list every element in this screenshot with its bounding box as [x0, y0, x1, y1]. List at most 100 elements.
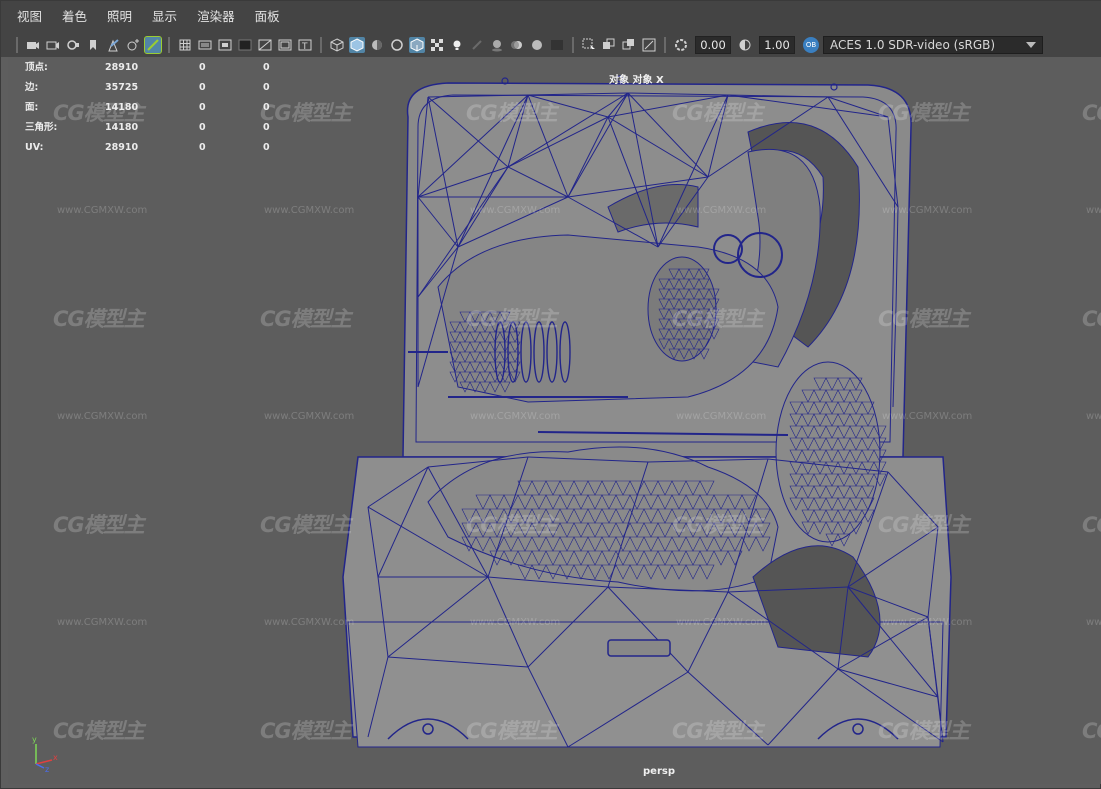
- chevron-down-icon[interactable]: [1026, 42, 1036, 48]
- textures-icon[interactable]: [429, 37, 445, 53]
- xray-icon[interactable]: [389, 37, 405, 53]
- watermark-url: www.CGMXW.com: [470, 411, 561, 422]
- watermark-url: www.CGMXW.com: [264, 411, 355, 422]
- xray-active-icon[interactable]: [621, 37, 637, 53]
- panel-toolbar: T 0.00 1.00 OB ACES 1.0 SDR-video (sRGB): [1, 33, 1101, 57]
- view-axis-gizmo: y x z: [32, 735, 58, 774]
- watermark-logo: CG模型主: [53, 513, 145, 537]
- wireframe-icon[interactable]: [329, 37, 345, 53]
- wireframe-on-shaded-icon[interactable]: [409, 37, 425, 53]
- panel-menu-bar: 视图 着色 照明 显示 渲染器 面板: [1, 1, 1101, 33]
- gamma-field[interactable]: 1.00: [759, 36, 795, 54]
- watermark-logo: CG模型主: [878, 101, 970, 125]
- safe-title-icon[interactable]: T: [297, 37, 313, 53]
- watermark-logo: CG模型主: [260, 719, 352, 743]
- toolbar-separator: [16, 37, 18, 53]
- watermark-logo: CG模型主: [672, 513, 764, 537]
- axis-y-label: y: [32, 735, 37, 744]
- grease-pencil-draw-icon[interactable]: [144, 36, 162, 54]
- depth-of-field-icon[interactable]: [549, 37, 565, 53]
- menu-renderer[interactable]: 渲染器: [187, 1, 245, 33]
- bookmark-icon[interactable]: [65, 37, 81, 53]
- watermark-logo: CG模型主: [260, 513, 352, 537]
- view-transform-dropdown[interactable]: ACES 1.0 SDR-video (sRGB): [823, 36, 1043, 54]
- shadows-icon[interactable]: [469, 37, 485, 53]
- grease-pencil-icon[interactable]: [105, 37, 121, 53]
- watermark-url: www.CGMXW.com: [57, 205, 148, 216]
- camera-name-label: persp: [643, 766, 675, 777]
- maya-window: 视图 着色 照明 显示 渲染器 面板 T 0.00 1.00 OB ACES 1…: [0, 0, 1101, 789]
- lights-icon[interactable]: [449, 37, 465, 53]
- gamma-icon[interactable]: [737, 37, 753, 53]
- watermark-logo: CG模型主: [466, 101, 558, 125]
- isolate-select-icon[interactable]: [581, 37, 597, 53]
- watermark-logo: CG模型主: [1082, 101, 1101, 125]
- watermark-url: www.CGMXW.com: [264, 205, 355, 216]
- watermark-logo: CG模型主: [1082, 307, 1101, 331]
- perspective-viewport[interactable]: 顶点: 28910 0 0 边: 35725 0 0 面: 14180 0 0 …: [8, 57, 1101, 784]
- watermark-url: www.CGMXW.com: [676, 411, 767, 422]
- gate-mask-icon[interactable]: [237, 37, 253, 53]
- watermark-url: www.CGMXW.com: [57, 617, 148, 628]
- axis-x-label: x: [53, 753, 58, 762]
- watermark-url: www.CGMXW.com: [1086, 411, 1101, 422]
- image-plane-icon[interactable]: [85, 37, 101, 53]
- anti-aliasing-icon[interactable]: [529, 37, 545, 53]
- suitcase-latch: [607, 639, 671, 657]
- ambient-occlusion-icon[interactable]: [489, 37, 505, 53]
- watermark-logo: CG模型主: [672, 719, 764, 743]
- film-gate-icon[interactable]: [197, 37, 213, 53]
- watermark-url: www.CGMXW.com: [1086, 617, 1101, 628]
- safe-action-icon[interactable]: [277, 37, 293, 53]
- exposure-icon[interactable]: [673, 37, 689, 53]
- camera-attributes-icon[interactable]: [45, 37, 61, 53]
- watermark-logo: CG模型主: [878, 307, 970, 331]
- grid-icon[interactable]: [177, 37, 193, 53]
- watermark-logo: CG模型主: [53, 307, 145, 331]
- watermark-logo: CG模型主: [672, 101, 764, 125]
- watermark-url: www.CGMXW.com: [882, 411, 973, 422]
- watermark-logo: CG模型主: [466, 307, 558, 331]
- color-management-icon[interactable]: OB: [803, 37, 819, 53]
- toolbar-separator: [168, 37, 170, 53]
- default-material-icon[interactable]: [369, 37, 385, 53]
- menu-panels[interactable]: 面板: [245, 1, 290, 33]
- motion-blur-icon[interactable]: [509, 37, 525, 53]
- camera-select-icon[interactable]: [25, 37, 41, 53]
- watermark-url: www.CGMXW.com: [676, 617, 767, 628]
- backface-culling-icon[interactable]: [641, 37, 657, 53]
- watermark-url: www.CGMXW.com: [57, 411, 148, 422]
- field-chart-icon[interactable]: [257, 37, 273, 53]
- toolbar-separator: [664, 37, 666, 53]
- watermark-url: www.CGMXW.com: [264, 617, 355, 628]
- menu-view[interactable]: 视图: [7, 1, 52, 33]
- watermark-logo: CG模型主: [1082, 513, 1101, 537]
- watermark-url: www.CGMXW.com: [882, 205, 973, 216]
- exposure-field[interactable]: 0.00: [695, 36, 731, 54]
- menu-shading[interactable]: 着色: [52, 1, 97, 33]
- hud-object-title: 对象 对象 X: [609, 75, 664, 86]
- resolution-gate-icon[interactable]: [217, 37, 233, 53]
- view-transform-label: ACES 1.0 SDR-video (sRGB): [830, 38, 996, 52]
- watermark-url: www.CGMXW.com: [470, 205, 561, 216]
- smooth-shade-icon[interactable]: [349, 37, 365, 53]
- watermark-url: www.CGMXW.com: [470, 617, 561, 628]
- watermark-logo: CG模型主: [672, 307, 764, 331]
- watermark-logo: CG模型主: [878, 719, 970, 743]
- watermark-logo: CG模型主: [466, 513, 558, 537]
- watermark-logo: CG模型主: [260, 101, 352, 125]
- watermark-logo: CG模型主: [466, 719, 558, 743]
- watermark-url: www.CGMXW.com: [1086, 205, 1101, 216]
- watermark-logo: CG模型主: [1082, 719, 1101, 743]
- watermark-logo: CG模型主: [260, 307, 352, 331]
- watermark-url: www.CGMXW.com: [676, 205, 767, 216]
- toolbar-separator: [320, 37, 322, 53]
- menu-lighting[interactable]: 照明: [97, 1, 142, 33]
- svg-text:T: T: [301, 42, 308, 51]
- xray-joints-icon[interactable]: [601, 37, 617, 53]
- 2d-pan-zoom-icon[interactable]: [125, 37, 141, 53]
- axis-z-label: z: [45, 765, 49, 774]
- menu-show[interactable]: 显示: [142, 1, 187, 33]
- watermark-url: www.CGMXW.com: [882, 617, 973, 628]
- toolbar-separator: [572, 37, 574, 53]
